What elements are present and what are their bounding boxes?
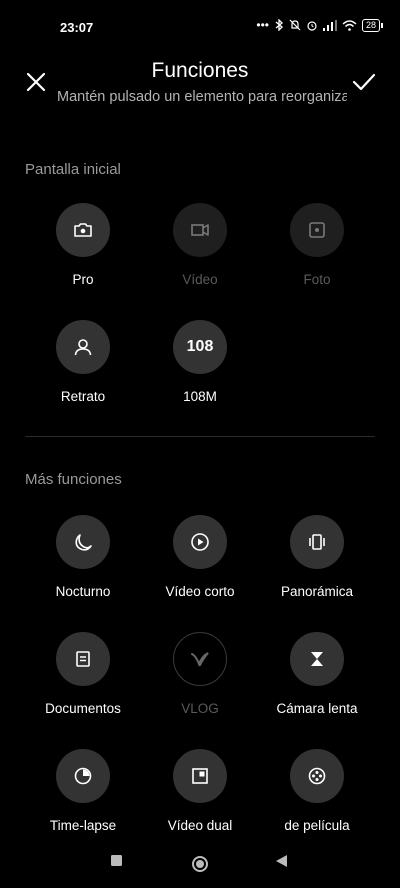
tile-video[interactable]: Vídeo (140, 203, 260, 313)
tile-icon-bg (290, 203, 344, 257)
tile-label: Foto (303, 272, 331, 287)
page-title: Funciones (151, 59, 249, 82)
tile-label: de película (284, 818, 350, 833)
tile-label: VLOG (181, 701, 219, 716)
check-icon (352, 73, 376, 91)
recent-apps-button[interactable] (110, 854, 123, 872)
tile-label: Panorámica (280, 584, 354, 599)
status-icons: ••• 28 (256, 18, 384, 32)
tile-label: Vídeo corto (165, 584, 235, 599)
tile-icon-bg: 108 (173, 320, 227, 374)
tile-icon-bg (173, 632, 227, 686)
tile-panoramica[interactable]: Panorámica (257, 515, 377, 625)
tile-label: Time-lapse (49, 818, 117, 833)
tile-foto[interactable]: Foto (257, 203, 377, 313)
tile-label: Nocturno (55, 584, 111, 599)
tile-icon-bg (56, 515, 110, 569)
video-camera-icon (191, 224, 209, 236)
dual-video-icon (192, 768, 208, 784)
bluetooth-icon (275, 19, 283, 31)
header: Funciones Mantén pulsado un elemento par… (0, 52, 400, 122)
tile-icon-bg (173, 515, 227, 569)
section-label-more: Más funciones (25, 471, 122, 488)
navigation-bar (0, 840, 400, 888)
tile-icon-bg (56, 203, 110, 257)
vlog-icon (191, 652, 209, 667)
tile-icon-bg (290, 632, 344, 686)
tile-label: Documentos (45, 701, 121, 716)
timer-icon (74, 767, 92, 785)
triangle-back-icon (276, 855, 287, 867)
tile-documentos[interactable]: Documentos (23, 632, 143, 742)
alarm-icon (307, 21, 317, 31)
tile-camara-lenta[interactable]: Cámara lenta (257, 632, 377, 742)
home-button[interactable] (191, 855, 209, 878)
wifi-icon (342, 19, 357, 31)
tile-retrato[interactable]: Retrato (23, 320, 143, 430)
tile-label: Pro (72, 272, 94, 287)
108-text-icon: 108 (186, 338, 214, 355)
hourglass-icon (311, 652, 323, 666)
tile-video-corto[interactable]: Vídeo corto (140, 515, 260, 625)
tile-label: Retrato (60, 389, 106, 404)
tile-icon-bg (173, 749, 227, 803)
notification-dots: ••• (256, 18, 269, 32)
mute-icon (289, 19, 301, 31)
section-divider (25, 436, 375, 437)
confirm-button[interactable] (350, 68, 378, 96)
document-icon (76, 651, 90, 667)
moon-icon (75, 534, 92, 551)
tile-icon-bg (56, 749, 110, 803)
tile-vlog[interactable]: VLOG (140, 632, 260, 742)
film-reel-icon (308, 767, 326, 785)
circle-home-icon (192, 856, 208, 872)
status-time: 23:07 (60, 20, 94, 35)
tile-icon-bg (56, 632, 110, 686)
page-subtitle: Mantén pulsado un elemento para reorgani… (57, 89, 347, 105)
person-icon (74, 339, 92, 356)
section-label-home: Pantalla inicial (25, 161, 121, 178)
tile-icon-bg (173, 203, 227, 257)
tile-108m[interactable]: 108 108M (140, 320, 260, 430)
tile-pro[interactable]: Pro (23, 203, 143, 313)
tile-icon-bg (56, 320, 110, 374)
tile-icon-bg (290, 515, 344, 569)
tile-nocturno[interactable]: Nocturno (23, 515, 143, 625)
panorama-icon (309, 534, 325, 550)
photo-shutter-icon (309, 222, 325, 238)
tile-label: Vídeo dual (167, 818, 233, 833)
tile-label: Cámara lenta (276, 701, 358, 716)
tile-label: 108M (183, 389, 217, 404)
camera-icon (74, 223, 92, 237)
battery-indicator: 28 (361, 18, 384, 32)
tile-label: Vídeo (182, 272, 218, 287)
back-button[interactable] (275, 854, 288, 873)
status-bar: 23:07 ••• 28 (0, 0, 400, 44)
tile-icon-bg (290, 749, 344, 803)
signal-icon (322, 19, 337, 31)
play-circle-icon (191, 533, 209, 551)
square-icon (111, 855, 122, 866)
